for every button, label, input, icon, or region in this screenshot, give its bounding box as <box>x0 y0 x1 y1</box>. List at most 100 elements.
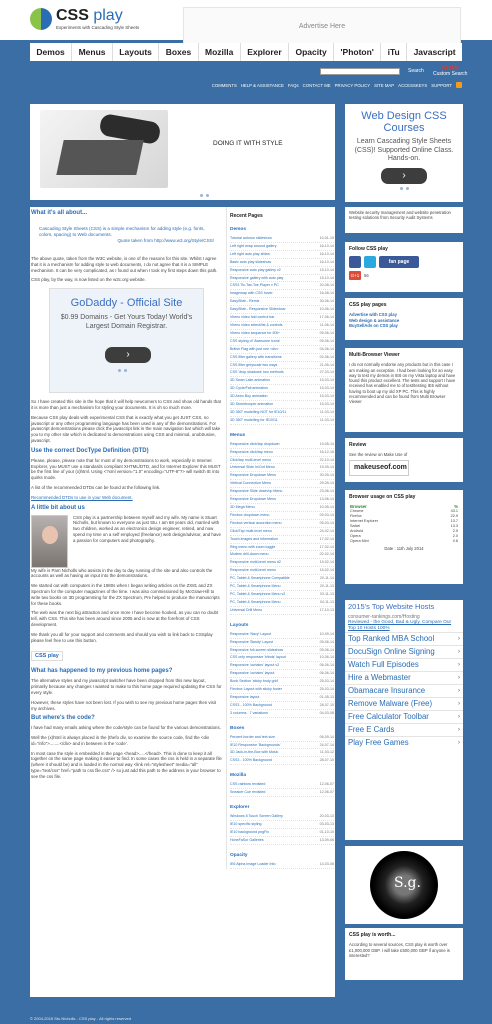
pages-link[interactable]: BuySellAds on CSS play <box>349 323 459 328</box>
ad-arrow-button[interactable]: › <box>381 167 427 184</box>
link-faqs[interactable]: FAQs <box>288 83 299 88</box>
recent-page-link[interactable]: Left right auto play slides 16-10-14 <box>230 251 334 259</box>
recent-page-link[interactable]: Book Section 'sticky body grid' 25-03-14 <box>230 678 334 687</box>
ad-link-item[interactable]: Play Free Games › <box>345 736 463 749</box>
ad-arrow-button[interactable]: › <box>105 347 151 364</box>
recent-page-link[interactable]: Left right wrap around gallery 16-10-14 <box>230 243 334 251</box>
link-comments[interactable]: COMMENTS <box>212 83 237 88</box>
recent-page-link[interactable]: Percent border and text size 06-09-14 <box>230 734 334 742</box>
recent-page-link[interactable]: Universal Slide In/Out Menu 19-09-14 <box>230 464 334 473</box>
recent-page-link[interactable]: Responsive 'Navy' Layout 10-09-14 <box>230 631 334 639</box>
recent-page-link[interactable]: PC, Tablet & Smartphone Compatible 20-11-… <box>230 575 334 584</box>
recent-page-link[interactable]: Modern drill-down menu 02-02-14 <box>230 551 334 560</box>
fan-page-button[interactable]: fan page <box>379 256 419 269</box>
recent-page-link[interactable]: Windows 8 Touch Screen Gallery 20-03-13 <box>230 813 334 821</box>
recent-page-link[interactable]: Click/Tap multi-level menu 24-02-14 <box>230 528 334 536</box>
recent-page-link[interactable]: Ring menu with zoom toggle 17-02-14 <box>230 544 334 552</box>
recent-page-link[interactable]: CSS3 - 100% Background 28-07-10 <box>230 757 334 766</box>
recent-page-link[interactable]: PC, Tablet & Smartphone Menu v2 03-11-13 <box>230 591 334 599</box>
recent-page-link[interactable]: 3 columns - 7 variations 04-03-08 <box>230 710 334 718</box>
recent-page-link[interactable]: Responsive 'Bandy' Layout 05-06-14 <box>230 639 334 647</box>
recent-page-link[interactable]: CSS styling of 'Awesome Icons' 09-06-14 <box>230 338 334 346</box>
recent-page-link[interactable]: Responsive Dropdown Menu 13-06-14 <box>230 496 334 504</box>
nav-javascript[interactable]: Javascript <box>407 43 462 61</box>
recent-page-link[interactable]: PC, Tablet & Smartphone Menu 04-11-13 <box>230 599 334 607</box>
recent-page-link[interactable]: 3D Jack-in-the-Box with Music 11-03-12 <box>230 749 334 758</box>
google-plus-button[interactable]: G+1 <box>349 271 361 281</box>
link-contact[interactable]: CONTACT ME <box>303 83 331 88</box>
rss-icon[interactable] <box>456 82 462 88</box>
recent-page-link[interactable]: PC, Tablet & Smartphone Menu 20-11-13 <box>230 583 334 591</box>
recent-page-link[interactable]: CSS3 - 100% Background 28-07-10 <box>230 702 334 710</box>
dtd-link[interactable]: Recommended DTDs to use in your Web docu… <box>31 495 222 501</box>
recent-page-link[interactable]: British Flag with just one <div> 04-06-14 <box>230 346 334 354</box>
recent-page-link[interactable]: Responsive full-screen slideshow 05-06-14 <box>230 647 334 655</box>
recent-page-link[interactable]: Responsive layout 01-05-13 <box>230 694 334 702</box>
recent-page-link[interactable]: Basic auto play slideshow 16-10-14 <box>230 259 334 267</box>
recent-page-link[interactable]: Responsive auto play gallery v2 15-10-14 <box>230 267 334 275</box>
recent-page-link[interactable]: CSS 'drop shadows' two methods 27-03-14 <box>230 369 334 378</box>
recent-page-link[interactable]: Responsive multi-level menu 15-02-14 <box>230 567 334 576</box>
recent-page-link[interactable]: 3D Cycle/Fall animation 15-03-14 <box>230 385 334 394</box>
ad-link-item[interactable]: DocuSign Online Signing › <box>345 645 463 658</box>
site-logo[interactable]: CSS play Experiments with Cascading Styl… <box>30 8 139 30</box>
recent-page-link[interactable]: Tutorial autorun slideshow 10-01-15 <box>230 235 334 243</box>
recent-page-link[interactable]: Vimeo video fold control bar 17-06-14 <box>230 314 334 322</box>
recent-page-link[interactable]: 3D Swan Lake animation 15-03-14 <box>230 377 334 386</box>
recent-page-link[interactable]: CSS filter gallery with transitions 02-06… <box>230 354 334 362</box>
recent-page-link[interactable]: IE6 Alpha Image Loader Info 14-03-08 <box>230 861 334 869</box>
makeuseof-logo[interactable]: makeuseof.com <box>349 459 409 476</box>
recent-page-link[interactable]: Responsive gallery with auto play 15-10-1… <box>230 275 334 283</box>
ad-link-item[interactable]: Free E Cards › <box>345 723 463 736</box>
ad-link-item[interactable]: Remove Malware (Free) › <box>345 697 463 710</box>
twitter-icon[interactable] <box>364 256 376 269</box>
recent-page-link[interactable]: Imagemap with CSS hover 16-08-14 <box>230 290 334 299</box>
recent-page-link[interactable]: Flexbox Layout with sticky footer 25-03-1… <box>230 686 334 694</box>
recent-page-link[interactable]: Click/tap multi-level menu 22-10-14 <box>230 457 334 465</box>
search-input[interactable] <box>320 68 400 75</box>
recent-page-link[interactable]: CSS only responsive 'blinds' layout 10-06… <box>230 654 334 663</box>
recent-page-link[interactable]: Universal Drill Menu 17-10-13 <box>230 607 334 615</box>
link-support[interactable]: SUPPORT <box>431 83 452 88</box>
link-help[interactable]: HELP & ASSISTANCE <box>241 83 284 88</box>
recent-page-link[interactable]: EasySlide - Remix 30-06-14 <box>230 298 334 307</box>
nav-photon[interactable]: 'Photon' <box>334 43 382 61</box>
nav-layouts[interactable]: Layouts <box>113 43 160 61</box>
recent-page-link[interactable]: Responsive multi-level menu #2 19-02-14 <box>230 559 334 568</box>
recent-page-link[interactable]: Responsive click/tap menu 16-12-16 <box>230 449 334 457</box>
link-accesskeys[interactable]: ACCESSKEYS <box>398 83 427 88</box>
recent-page-link[interactable]: 3D Astro Boy animation 15-03-14 <box>230 393 334 402</box>
link-privacy[interactable]: PRIVACY POLICY <box>335 83 370 88</box>
ad-link-item[interactable]: Hire a Webmaster › <box>345 671 463 684</box>
recent-page-link[interactable]: Responsive click/tap dropdown 19-05-14 <box>230 441 334 449</box>
recent-page-link[interactable]: IE10 Responsive 'Backgrounds' 24-07-14 <box>230 742 334 750</box>
ad-link-item[interactable]: Free Calculator Toolbar › <box>345 710 463 723</box>
recent-page-link[interactable]: Flexbox dropdown menu 09-03-14 <box>230 512 334 520</box>
nav-itu[interactable]: iTu <box>381 43 408 61</box>
recent-page-link[interactable]: Responsive Dropdown Menu 30-09-14 <box>230 472 334 481</box>
recent-page-link[interactable]: EasySlide - Responsive Slideshow 10-06-14 <box>230 306 334 315</box>
recent-page-link[interactable]: CSS3 Tic-Tac-Toe Player v PC 20-08-14 <box>230 282 334 291</box>
ad-title[interactable]: 2015's Top Website Hosts <box>345 600 463 614</box>
recent-page-link[interactable]: Responsive 'curtains' layout v2 06-06-14 <box>230 662 334 671</box>
recent-page-link[interactable]: 3D Mega Menu 10-05-14 <box>230 504 334 512</box>
nav-demos[interactable]: Demos <box>30 43 73 61</box>
ad-link-item[interactable]: Obamacare Insurance › <box>345 684 463 697</box>
nav-opacity[interactable]: Opacity <box>289 43 335 61</box>
recent-page-link[interactable]: 3D Stormtrooper animation 15-03-14 <box>230 401 334 409</box>
link-sitemap[interactable]: SITE MAP <box>374 83 394 88</box>
ad-link-item[interactable]: Top Ranked MBA School › <box>345 632 463 645</box>
recent-page-link[interactable]: IE10 specific styling 03-03-13 <box>230 821 334 829</box>
recent-page-link[interactable]: Touch images and information 17-02-14 <box>230 536 334 544</box>
hero-slider-dots[interactable] <box>200 194 209 197</box>
advertise-banner[interactable]: Advertise Here <box>183 7 461 45</box>
nav-menus[interactable]: Menus <box>72 43 113 61</box>
recent-page-link[interactable]: Vimeo video select/list & controls 11-06-… <box>230 322 334 330</box>
recent-page-link[interactable]: IE10 background pngFix 01-10-10 <box>230 829 334 837</box>
recent-page-link[interactable]: Sneaker Cue revisited 12-06-07 <box>230 789 334 798</box>
recent-page-link[interactable]: CSS rainbow revisited 12-06-07 <box>230 781 334 790</box>
quote-source[interactable]: Quote taken from http://www.w3.org/Style… <box>39 238 214 244</box>
css-courses-ad[interactable]: Web Design CSS Courses Learn Cascading S… <box>345 104 463 202</box>
godaddy-ad[interactable]: GoDaddy - Official Site $0.99 Domains - … <box>49 288 204 394</box>
recent-page-link[interactable]: CSS filter greyscale two ways 21-05-14 <box>230 362 334 370</box>
